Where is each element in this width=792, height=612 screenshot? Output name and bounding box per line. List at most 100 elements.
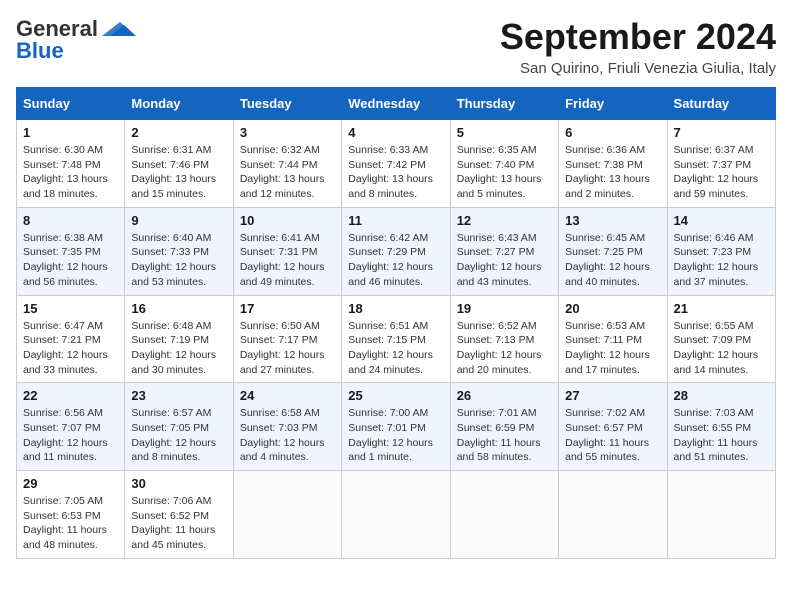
day-info: Sunrise: 7:01 AMSunset: 6:59 PMDaylight:…	[457, 406, 552, 465]
day-info: Sunrise: 7:03 AMSunset: 6:55 PMDaylight:…	[674, 406, 769, 465]
day-info: Sunrise: 6:43 AMSunset: 7:27 PMDaylight:…	[457, 231, 552, 290]
day-info: Sunrise: 6:57 AMSunset: 7:05 PMDaylight:…	[131, 406, 226, 465]
day-info: Sunrise: 6:36 AMSunset: 7:38 PMDaylight:…	[565, 143, 660, 202]
day-info: Sunrise: 6:41 AMSunset: 7:31 PMDaylight:…	[240, 231, 335, 290]
day-info: Sunrise: 6:48 AMSunset: 7:19 PMDaylight:…	[131, 319, 226, 378]
calendar-cell: 17 Sunrise: 6:50 AMSunset: 7:17 PMDayligh…	[233, 295, 341, 383]
day-number: 19	[457, 301, 552, 316]
calendar-cell: 23 Sunrise: 6:57 AMSunset: 7:05 PMDayligh…	[125, 383, 233, 471]
day-number: 12	[457, 213, 552, 228]
calendar-cell	[233, 471, 341, 559]
calendar-week-1: 1 Sunrise: 6:30 AMSunset: 7:48 PMDaylight…	[17, 120, 776, 208]
col-thursday: Thursday	[450, 88, 558, 120]
day-info: Sunrise: 6:45 AMSunset: 7:25 PMDaylight:…	[565, 231, 660, 290]
calendar-cell: 22Sunrise: 6:56 AMSunset: 7:07 PMDayligh…	[17, 383, 125, 471]
day-number: 24	[240, 388, 335, 403]
day-number: 7	[674, 125, 769, 140]
day-number: 10	[240, 213, 335, 228]
day-info: Sunrise: 6:38 AMSunset: 7:35 PMDaylight:…	[23, 231, 118, 290]
col-saturday: Saturday	[667, 88, 775, 120]
day-info: Sunrise: 6:51 AMSunset: 7:15 PMDaylight:…	[348, 319, 443, 378]
day-info: Sunrise: 6:30 AMSunset: 7:48 PMDaylight:…	[23, 143, 118, 202]
day-info: Sunrise: 6:56 AMSunset: 7:07 PMDaylight:…	[23, 406, 118, 465]
day-number: 5	[457, 125, 552, 140]
col-tuesday: Tuesday	[233, 88, 341, 120]
day-info: Sunrise: 6:35 AMSunset: 7:40 PMDaylight:…	[457, 143, 552, 202]
col-sunday: Sunday	[17, 88, 125, 120]
calendar-cell: 29 Sunrise: 7:05 AMSunset: 6:53 PMDayligh…	[17, 471, 125, 559]
logo-blue: Blue	[16, 38, 64, 64]
calendar-cell: 4 Sunrise: 6:33 AMSunset: 7:42 PMDaylight…	[342, 120, 450, 208]
col-monday: Monday	[125, 88, 233, 120]
col-friday: Friday	[559, 88, 667, 120]
calendar-cell	[342, 471, 450, 559]
calendar-cell: 28 Sunrise: 7:03 AMSunset: 6:55 PMDayligh…	[667, 383, 775, 471]
calendar-cell: 21Sunrise: 6:55 AMSunset: 7:09 PMDayligh…	[667, 295, 775, 383]
calendar-cell: 24 Sunrise: 6:58 AMSunset: 7:03 PMDayligh…	[233, 383, 341, 471]
calendar-cell	[559, 471, 667, 559]
day-info: Sunrise: 6:31 AMSunset: 7:46 PMDaylight:…	[131, 143, 226, 202]
calendar-cell: 2 Sunrise: 6:31 AMSunset: 7:46 PMDaylight…	[125, 120, 233, 208]
calendar-week-5: 29 Sunrise: 7:05 AMSunset: 6:53 PMDayligh…	[17, 471, 776, 559]
day-number: 30	[131, 476, 226, 491]
calendar-cell: 15Sunrise: 6:47 AMSunset: 7:21 PMDayligh…	[17, 295, 125, 383]
day-number: 9	[131, 213, 226, 228]
logo-icon	[100, 20, 138, 38]
calendar-cell	[667, 471, 775, 559]
calendar-cell: 19Sunrise: 6:52 AMSunset: 7:13 PMDayligh…	[450, 295, 558, 383]
calendar-cell: 3Sunrise: 6:32 AMSunset: 7:44 PMDaylight…	[233, 120, 341, 208]
calendar-cell: 9Sunrise: 6:40 AMSunset: 7:33 PMDaylight…	[125, 207, 233, 295]
day-number: 17	[240, 301, 335, 316]
calendar-cell: 25 Sunrise: 7:00 AMSunset: 7:01 PMDayligh…	[342, 383, 450, 471]
col-wednesday: Wednesday	[342, 88, 450, 120]
day-number: 28	[674, 388, 769, 403]
calendar-cell: 20Sunrise: 6:53 AMSunset: 7:11 PMDayligh…	[559, 295, 667, 383]
calendar-week-2: 8 Sunrise: 6:38 AMSunset: 7:35 PMDaylight…	[17, 207, 776, 295]
day-info: Sunrise: 7:02 AMSunset: 6:57 PMDaylight:…	[565, 406, 660, 465]
day-number: 1	[23, 125, 118, 140]
calendar-cell: 7Sunrise: 6:37 AMSunset: 7:37 PMDaylight…	[667, 120, 775, 208]
calendar-cell: 12 Sunrise: 6:43 AMSunset: 7:27 PMDayligh…	[450, 207, 558, 295]
day-number: 21	[674, 301, 769, 316]
calendar-cell: 30 Sunrise: 7:06 AMSunset: 6:52 PMDayligh…	[125, 471, 233, 559]
day-info: Sunrise: 6:33 AMSunset: 7:42 PMDaylight:…	[348, 143, 443, 202]
day-number: 27	[565, 388, 660, 403]
calendar-header-row: Sunday Monday Tuesday Wednesday Thursday…	[17, 88, 776, 120]
title-section: September 2024 San Quirino, Friuli Venez…	[500, 16, 776, 77]
calendar-cell: 1 Sunrise: 6:30 AMSunset: 7:48 PMDaylight…	[17, 120, 125, 208]
header: General Blue September 2024 San Quirino,…	[16, 16, 776, 77]
calendar-cell: 26 Sunrise: 7:01 AMSunset: 6:59 PMDayligh…	[450, 383, 558, 471]
day-info: Sunrise: 7:05 AMSunset: 6:53 PMDaylight:…	[23, 494, 118, 553]
day-number: 4	[348, 125, 443, 140]
month-title: September 2024	[500, 16, 776, 58]
day-number: 2	[131, 125, 226, 140]
day-number: 13	[565, 213, 660, 228]
day-info: Sunrise: 6:42 AMSunset: 7:29 PMDaylight:…	[348, 231, 443, 290]
calendar-cell: 8 Sunrise: 6:38 AMSunset: 7:35 PMDaylight…	[17, 207, 125, 295]
calendar-cell: 18 Sunrise: 6:51 AMSunset: 7:15 PMDayligh…	[342, 295, 450, 383]
day-info: Sunrise: 7:06 AMSunset: 6:52 PMDaylight:…	[131, 494, 226, 553]
day-info: Sunrise: 6:53 AMSunset: 7:11 PMDaylight:…	[565, 319, 660, 378]
day-number: 6	[565, 125, 660, 140]
calendar-cell: 10 Sunrise: 6:41 AMSunset: 7:31 PMDayligh…	[233, 207, 341, 295]
day-number: 8	[23, 213, 118, 228]
day-number: 25	[348, 388, 443, 403]
day-info: Sunrise: 7:00 AMSunset: 7:01 PMDaylight:…	[348, 406, 443, 465]
calendar-cell: 13 Sunrise: 6:45 AMSunset: 7:25 PMDayligh…	[559, 207, 667, 295]
day-info: Sunrise: 6:47 AMSunset: 7:21 PMDaylight:…	[23, 319, 118, 378]
calendar-cell: 16 Sunrise: 6:48 AMSunset: 7:19 PMDayligh…	[125, 295, 233, 383]
calendar-cell: 14Sunrise: 6:46 AMSunset: 7:23 PMDayligh…	[667, 207, 775, 295]
day-number: 16	[131, 301, 226, 316]
day-info: Sunrise: 6:58 AMSunset: 7:03 PMDaylight:…	[240, 406, 335, 465]
day-info: Sunrise: 6:46 AMSunset: 7:23 PMDaylight:…	[674, 231, 769, 290]
day-info: Sunrise: 6:32 AMSunset: 7:44 PMDaylight:…	[240, 143, 335, 202]
day-number: 29	[23, 476, 118, 491]
calendar-week-4: 22Sunrise: 6:56 AMSunset: 7:07 PMDayligh…	[17, 383, 776, 471]
day-info: Sunrise: 6:50 AMSunset: 7:17 PMDaylight:…	[240, 319, 335, 378]
day-number: 26	[457, 388, 552, 403]
day-number: 11	[348, 213, 443, 228]
calendar-cell: 11 Sunrise: 6:42 AMSunset: 7:29 PMDayligh…	[342, 207, 450, 295]
day-number: 18	[348, 301, 443, 316]
day-number: 23	[131, 388, 226, 403]
calendar-cell: 27 Sunrise: 7:02 AMSunset: 6:57 PMDayligh…	[559, 383, 667, 471]
